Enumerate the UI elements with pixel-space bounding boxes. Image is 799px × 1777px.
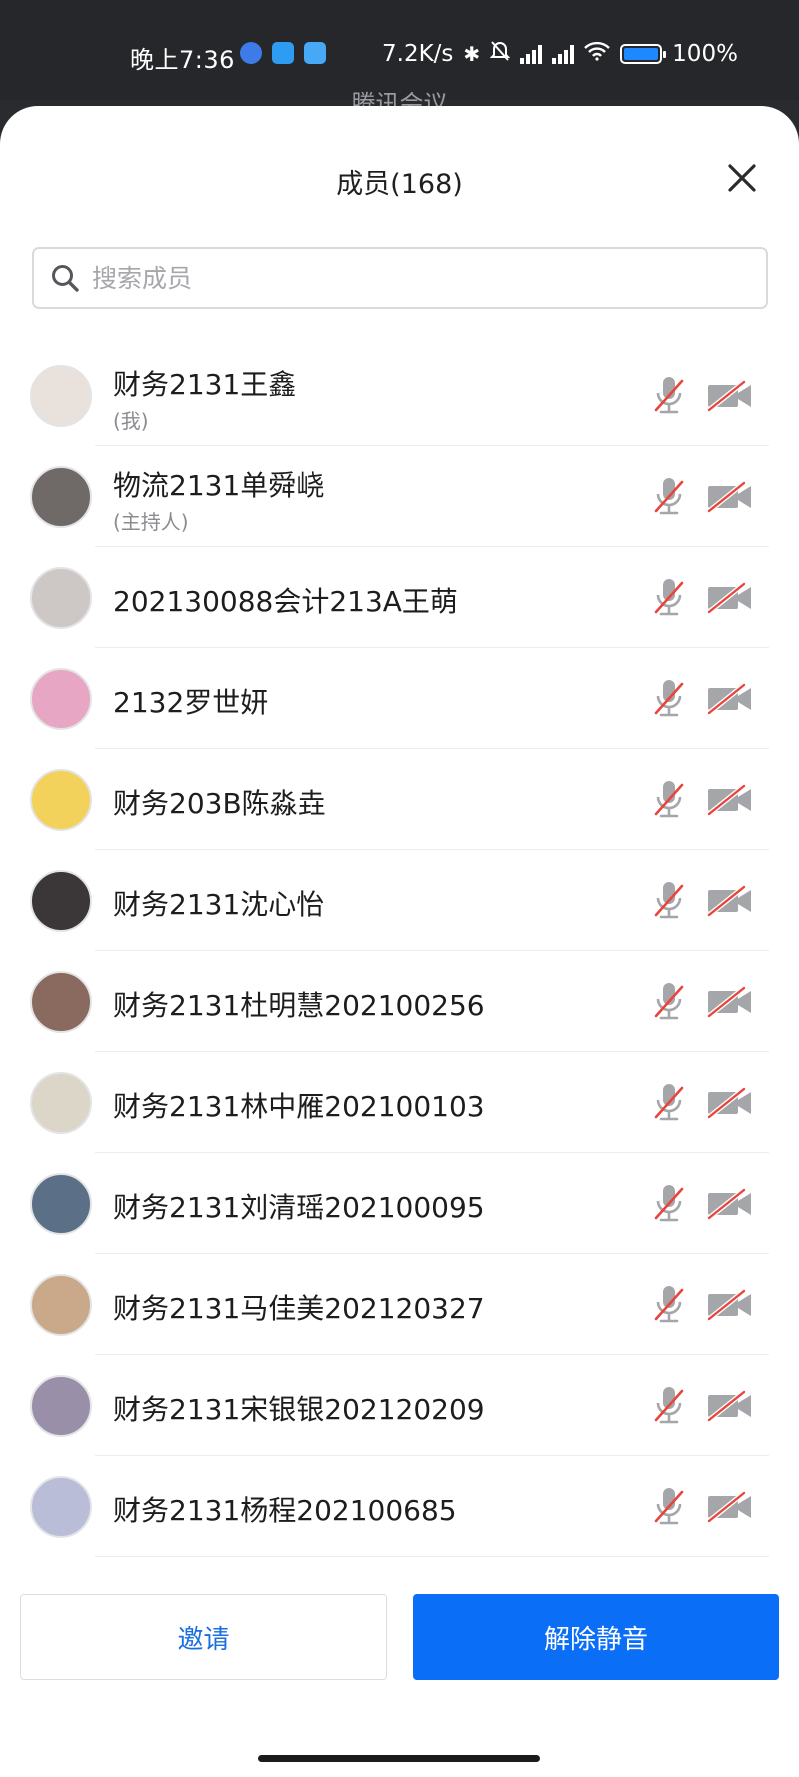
mute-bell-icon: [489, 40, 511, 68]
mic-muted-icon[interactable]: [652, 880, 686, 926]
member-row[interactable]: 财务2131林中雁202100103: [0, 1052, 799, 1153]
member-name: 财务2131沈心怡: [113, 888, 325, 921]
camera-off-icon[interactable]: [706, 1289, 754, 1325]
camera-off-icon[interactable]: [706, 1188, 754, 1224]
mic-muted-icon[interactable]: [652, 981, 686, 1027]
member-row[interactable]: 财务2131沈心怡: [0, 850, 799, 951]
hd-signal-icon: [520, 44, 543, 64]
avatar: [30, 365, 92, 427]
status-time: 晚上7:36: [130, 46, 235, 74]
camera-off-icon[interactable]: [706, 582, 754, 618]
avatar: [30, 1274, 92, 1336]
camera-off-icon[interactable]: [706, 784, 754, 820]
avatar: [30, 466, 92, 528]
status-bar: 晚上7:36 7.2K/s ✱ 100% 腾讯会议: [0, 0, 799, 118]
sheet-title: 成员(168): [336, 169, 463, 200]
member-list[interactable]: 财务2131王鑫 (我) 物流2131单舜峣 (主持人) 202130088会计…: [0, 345, 799, 1557]
network-speed: 7.2K/s: [382, 41, 454, 67]
member-row[interactable]: 财务2131宋银银202120209: [0, 1355, 799, 1456]
camera-off-icon[interactable]: [706, 683, 754, 719]
search-input[interactable]: [92, 258, 692, 298]
unmute-all-button[interactable]: 解除静音: [413, 1594, 779, 1680]
member-name: 财务2131王鑫: [113, 368, 297, 401]
mic-muted-icon[interactable]: [652, 779, 686, 825]
battery-percent: 100%: [672, 41, 738, 67]
member-row[interactable]: 202130088会计213A王萌: [0, 547, 799, 648]
camera-off-icon[interactable]: [706, 1390, 754, 1426]
member-row[interactable]: 财务2131马佳美202120327: [0, 1254, 799, 1355]
camera-off-icon[interactable]: [706, 380, 754, 416]
mic-muted-icon[interactable]: [652, 1486, 686, 1532]
member-name: 财务2131刘清瑶202100095: [113, 1191, 485, 1224]
member-name: 财务203B陈淼垚: [113, 787, 326, 820]
camera-off-icon[interactable]: [706, 1087, 754, 1123]
close-button[interactable]: [724, 160, 760, 196]
member-name: 财务2131林中雁202100103: [113, 1090, 485, 1123]
avatar: [30, 769, 92, 831]
chat-app-icon: [304, 42, 326, 64]
bluetooth-icon: ✱: [463, 42, 481, 66]
member-role: (主持人): [113, 510, 189, 534]
row-divider: [95, 1556, 769, 1557]
avatar: [30, 971, 92, 1033]
member-name: 财务2131杨程202100685: [113, 1494, 457, 1527]
wifi-icon: [584, 41, 611, 67]
avatar: [30, 668, 92, 730]
mic-muted-icon[interactable]: [652, 375, 686, 421]
search-icon: [52, 265, 79, 292]
camera-off-icon[interactable]: [706, 1491, 754, 1527]
avatar: [30, 1072, 92, 1134]
status-app-icons: [240, 42, 326, 64]
mic-muted-icon[interactable]: [652, 678, 686, 724]
member-row[interactable]: 财务2131刘清瑶202100095: [0, 1153, 799, 1254]
camera-off-icon[interactable]: [706, 986, 754, 1022]
camera-off-icon[interactable]: [706, 481, 754, 517]
member-row[interactable]: 2132罗世妍: [0, 648, 799, 749]
search-box[interactable]: [32, 247, 768, 309]
home-indicator[interactable]: [258, 1755, 540, 1762]
close-icon: [728, 164, 756, 192]
mic-muted-icon[interactable]: [652, 1183, 686, 1229]
member-row[interactable]: 财务203B陈淼垚: [0, 749, 799, 850]
camera-off-icon[interactable]: [706, 885, 754, 921]
member-name: 物流2131单舜峣: [113, 469, 325, 502]
member-row[interactable]: 财务2131杨程202100685: [0, 1456, 799, 1557]
member-name: 财务2131杜明慧202100256: [113, 989, 485, 1022]
member-name: 财务2131马佳美202120327: [113, 1292, 485, 1325]
mic-muted-icon[interactable]: [652, 1082, 686, 1128]
members-sheet: 成员(168) 财务2131王鑫 (我): [0, 106, 799, 1777]
bubble-app-icon: [240, 42, 262, 64]
member-role: (我): [113, 409, 149, 433]
member-name: 202130088会计213A王萌: [113, 585, 458, 618]
member-name: 2132罗世妍: [113, 686, 269, 719]
mic-muted-icon[interactable]: [652, 577, 686, 623]
status-right: 7.2K/s ✱ 100%: [382, 40, 738, 68]
member-row[interactable]: 财务2131杜明慧202100256: [0, 951, 799, 1052]
member-row[interactable]: 财务2131王鑫 (我): [0, 345, 799, 446]
avatar: [30, 1375, 92, 1437]
cloud-app-icon: [272, 42, 294, 64]
mic-muted-icon[interactable]: [652, 1385, 686, 1431]
avatar: [30, 1173, 92, 1235]
avatar: [30, 567, 92, 629]
avatar: [30, 870, 92, 932]
mic-muted-icon[interactable]: [652, 476, 686, 522]
member-name: 财务2131宋银银202120209: [113, 1393, 485, 1426]
battery-icon: [620, 44, 667, 64]
avatar: [30, 1476, 92, 1538]
invite-button[interactable]: 邀请: [20, 1594, 387, 1680]
member-row[interactable]: 物流2131单舜峣 (主持人): [0, 446, 799, 547]
mic-muted-icon[interactable]: [652, 1284, 686, 1330]
hd-signal-icon: [552, 44, 575, 64]
